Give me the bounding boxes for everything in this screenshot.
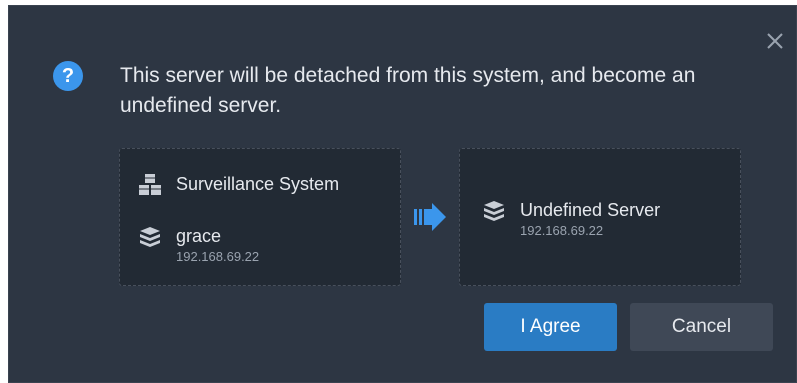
system-label: Surveillance System: [176, 174, 340, 194]
question-circle-icon: ?: [53, 61, 83, 91]
system-row: Surveillance System: [138, 173, 339, 197]
cubes-icon: [139, 174, 161, 195]
target-server-ip: 192.168.69.22: [520, 223, 604, 238]
detach-server-dialog: ? This server will be detached from this…: [8, 5, 797, 383]
target-server-name: Undefined Server: [520, 200, 661, 220]
close-icon[interactable]: [764, 30, 786, 52]
source-panel: Surveillance System grace 192.168.69.22: [119, 148, 401, 286]
server-stack-icon: [140, 227, 160, 247]
target-panel: Undefined Server 192.168.69.22: [459, 148, 741, 286]
source-server-name: grace: [176, 226, 222, 246]
target-server-row: Undefined Server 192.168.69.22: [482, 199, 660, 239]
arrow-right-icon: [414, 203, 446, 231]
server-stack-icon: [484, 201, 504, 221]
agree-button[interactable]: I Agree: [484, 303, 617, 351]
dialog-message: This server will be detached from this s…: [120, 64, 696, 117]
source-server-row: grace 192.168.69.22: [138, 225, 259, 265]
source-server-ip: 192.168.69.22: [176, 249, 260, 264]
cancel-button[interactable]: Cancel: [630, 303, 773, 351]
